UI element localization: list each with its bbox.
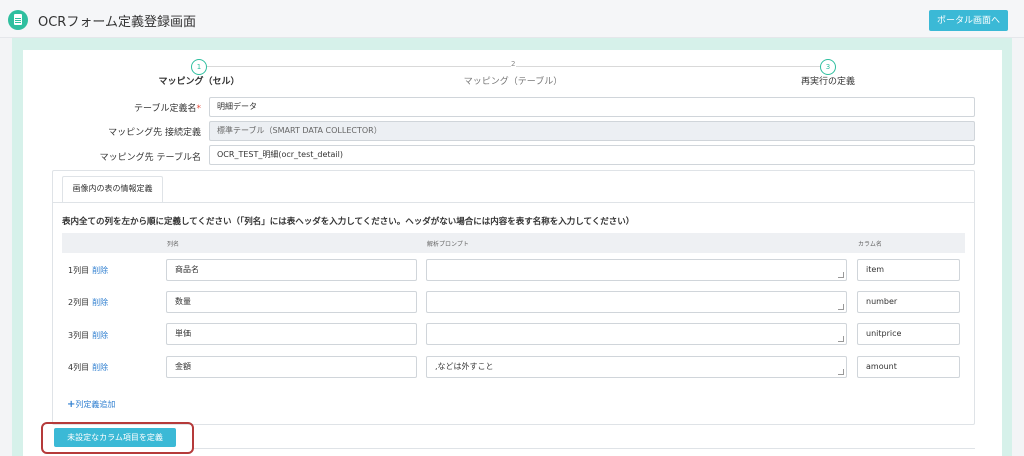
table-header: 列名 解析プロンプト カラム名 (62, 233, 965, 253)
delete-row-link[interactable]: 削除 (92, 266, 108, 275)
step-2-label: マッピング（テーブル） (463, 77, 563, 87)
tab-divider (52, 202, 975, 203)
step-3-indicator[interactable]: 3 (820, 59, 836, 75)
column-name-input[interactable]: number (857, 291, 960, 313)
prompt-textarea[interactable]: ,などは外すこと (426, 356, 847, 378)
delete-row-link[interactable]: 削除 (92, 363, 108, 372)
tab-table-info[interactable]: 画像内の表の情報定義 (62, 176, 163, 202)
dest-table-input[interactable]: OCR_TEST_明細(ocr_test_detail) (209, 145, 975, 165)
resize-handle-icon[interactable] (838, 336, 844, 342)
add-column-link[interactable]: +列定義追加 (67, 399, 115, 410)
row-label: 1列目 削除 (68, 266, 109, 275)
divider (194, 448, 975, 449)
row-label: 2列目 削除 (68, 298, 109, 307)
prompt-textarea[interactable] (426, 259, 847, 281)
step-2-indicator[interactable]: 2 (511, 60, 515, 68)
column-name-input[interactable]: unitprice (857, 323, 960, 345)
prompt-textarea[interactable] (426, 291, 847, 313)
connection-field: 標準テーブル（SMART DATA COLLECTOR） (209, 121, 975, 141)
stepper-line-2 (516, 66, 821, 67)
column-name-input[interactable]: amount (857, 356, 960, 378)
dest-table-label: マッピング先 テーブル名 (99, 153, 201, 163)
col-name-input[interactable]: 数量 (166, 291, 417, 313)
resize-handle-icon[interactable] (838, 304, 844, 310)
column-name-input[interactable]: item (857, 259, 960, 281)
header-col-name: 列名 (167, 241, 180, 248)
col-name-input[interactable]: 商品名 (166, 259, 417, 281)
connection-label: マッピング先 接続定義 (108, 128, 201, 138)
define-unset-columns-button[interactable]: 未設定なカラム項目を定義 (54, 428, 176, 447)
resize-handle-icon[interactable] (838, 369, 844, 375)
col-name-input[interactable]: 金額 (166, 356, 417, 378)
step-1-indicator[interactable]: 1 (191, 59, 207, 75)
row-label: 4列目 削除 (68, 363, 109, 372)
delete-row-link[interactable]: 削除 (92, 298, 108, 307)
instruction-text: 表内全ての列を左から順に定義してください（「列名」には表ヘッダを入力してください… (62, 217, 635, 227)
portal-button[interactable]: ポータル画面へ (929, 10, 1008, 31)
col-name-input[interactable]: 単価 (166, 323, 417, 345)
resize-handle-icon[interactable] (838, 272, 844, 278)
table-name-label: テーブル定義名* (134, 104, 202, 114)
header-prompt: 解析プロンプト (427, 241, 469, 248)
delete-row-link[interactable]: 削除 (92, 331, 108, 340)
header-column-name: カラム名 (858, 241, 882, 248)
page-title: OCRフォーム定義登録画面 (38, 15, 196, 30)
table-name-input[interactable]: 明細データ (209, 97, 975, 117)
row-label: 3列目 削除 (68, 331, 109, 340)
stepper-line-1 (207, 66, 511, 67)
step-1-label: マッピング（セル） (158, 77, 240, 87)
app-header: OCRフォーム定義登録画面 ポータル画面へ (0, 0, 1024, 38)
step-3-label: 再実行の定義 (800, 77, 855, 87)
prompt-textarea[interactable] (426, 323, 847, 345)
document-icon (8, 10, 28, 30)
required-mark: * (196, 104, 202, 114)
